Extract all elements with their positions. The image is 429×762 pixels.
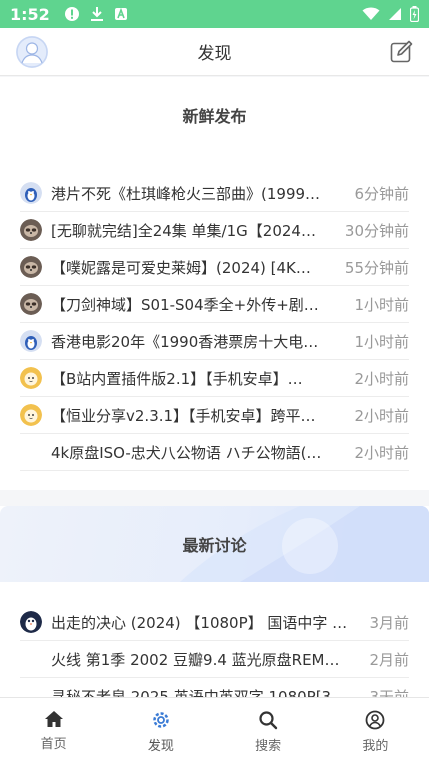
discover-gear-icon [153, 712, 169, 728]
tab-search[interactable]: 搜索 [215, 698, 322, 762]
empty-avatar-slot [20, 685, 42, 697]
bottom-tab-bar: 首页 发现 搜索 我的 [0, 697, 429, 762]
blue-penguin-avatar-icon [20, 182, 42, 204]
page-title: 发现 [197, 44, 232, 64]
item-time: 30分钟前 [344, 221, 409, 240]
item-time: 2小时前 [354, 443, 409, 462]
latest-discussions-list: 出走的决心 (2024) 【1080P】 国语中字 … 3月前 火线 第1季 2… [0, 582, 429, 697]
tab-label: 我的 [362, 739, 389, 754]
list-item[interactable]: [无聊就完结]全24集 单集/1G【2024… 30分钟前 [20, 212, 409, 249]
empty-avatar-slot [20, 648, 42, 670]
list-item[interactable]: 【噗妮露是可爱史莱姆】(2024) [4K… 55分钟前 [20, 249, 409, 286]
tab-label: 发现 [147, 739, 174, 754]
item-title: 【刀剑神域】S01-S04季全+外传+剧… [51, 295, 319, 314]
list-item[interactable]: 火线 第1季 2002 豆瓣9.4 蓝光原盘REM… 2月前 [20, 641, 409, 678]
blue-penguin-avatar-icon [20, 330, 42, 352]
section-title: 新鲜发布 [182, 107, 247, 126]
fresh-releases-section: 新鲜发布 港片不死《杜琪峰枪火三部曲》(1999… 6分钟前 [无聊就完结]全2… [0, 77, 429, 490]
item-time: 3月前 [369, 613, 409, 632]
tab-discover[interactable]: 发现 [107, 698, 214, 762]
default-avatar-icon [16, 36, 48, 68]
raccoon-avatar-icon [20, 256, 42, 278]
fresh-releases-list: 港片不死《杜琪峰枪火三部曲》(1999… 6分钟前 [无聊就完结]全24集 单集… [0, 153, 429, 471]
list-item[interactable]: 港片不死《杜琪峰枪火三部曲》(1999… 6分钟前 [20, 175, 409, 212]
download-icon [90, 7, 103, 21]
item-title: 【B站内置插件版2.1】【手机安卓】… [51, 369, 303, 388]
item-title: 出走的决心 (2024) 【1080P】 国语中字 … [51, 613, 348, 632]
tab-label: 搜索 [255, 739, 282, 754]
list-item[interactable]: 香港电影20年《1990香港票房十大电… 1小时前 [20, 323, 409, 360]
tab-profile[interactable]: 我的 [322, 698, 429, 762]
item-time: 3天前 [369, 687, 409, 698]
app-header: 发现 [0, 28, 429, 76]
feed-content[interactable]: 新鲜发布 港片不死《杜琪峰枪火三部曲》(1999… 6分钟前 [无聊就完结]全2… [0, 77, 429, 697]
item-time: 2月前 [369, 650, 409, 669]
item-time: 1小时前 [354, 295, 409, 314]
item-title: 【噗妮露是可爱史莱姆】(2024) [4K… [51, 258, 311, 277]
yellow-cat-avatar-icon [20, 404, 42, 426]
item-title: 4k原盘ISO-忠犬八公物语 ハチ公物語(… [51, 443, 322, 462]
status-time: 1:52 [10, 4, 50, 24]
latest-discussions-section: 最新讨论 出走的决心 (2024) 【1080P】 国语中字 … 3月前 火线 … [0, 506, 429, 697]
battery-icon [410, 6, 419, 22]
item-time: 55分钟前 [344, 258, 409, 277]
signal-icon [389, 8, 401, 20]
list-item[interactable]: 【B站内置插件版2.1】【手机安卓】… 2小时前 [20, 360, 409, 397]
status-bar: 1:52 [0, 0, 429, 28]
section-divider [0, 490, 429, 506]
raccoon-avatar-icon [20, 219, 42, 241]
yellow-cat-avatar-icon [20, 367, 42, 389]
font-a-icon [114, 7, 127, 20]
alert-icon [64, 7, 79, 21]
item-title: 【恒业分享v2.3.1】【手机安卓】跨平… [51, 406, 316, 425]
list-item[interactable]: 寻秘不老泉 2025 英语中英双字 1080P[3… 3天前 [20, 678, 409, 698]
empty-avatar-slot [20, 441, 42, 463]
raccoon-avatar-icon [20, 293, 42, 315]
item-time: 2小时前 [354, 406, 409, 425]
tab-label: 首页 [40, 737, 67, 752]
tab-home[interactable]: 首页 [0, 698, 107, 762]
item-title: [无聊就完结]全24集 单集/1G【2024… [51, 221, 316, 240]
item-time: 2小时前 [354, 369, 409, 388]
home-icon [44, 711, 63, 727]
wifi-icon [362, 7, 380, 20]
profile-icon [365, 710, 385, 730]
item-time: 1小时前 [354, 332, 409, 351]
user-avatar[interactable] [16, 36, 48, 68]
list-item[interactable]: 出走的决心 (2024) 【1080P】 国语中字 … 3月前 [20, 604, 409, 641]
section-title: 最新讨论 [182, 536, 247, 555]
list-item[interactable]: 【恒业分享v2.3.1】【手机安卓】跨平… 2小时前 [20, 397, 409, 434]
list-item[interactable]: 4k原盘ISO-忠犬八公物语 ハチ公物語(… 2小时前 [20, 434, 409, 471]
dark-penguin-avatar-icon [20, 611, 42, 633]
item-time: 6分钟前 [354, 184, 409, 203]
search-icon [259, 711, 278, 730]
section-banner: 最新讨论 [0, 506, 429, 582]
item-title: 香港电影20年《1990香港票房十大电… [51, 332, 319, 351]
edit-icon[interactable] [389, 40, 413, 64]
item-title: 火线 第1季 2002 豆瓣9.4 蓝光原盘REM… [51, 650, 340, 669]
list-item[interactable]: 【刀剑神域】S01-S04季全+外传+剧… 1小时前 [20, 286, 409, 323]
item-title: 寻秘不老泉 2025 英语中英双字 1080P[3… [51, 687, 347, 698]
item-title: 港片不死《杜琪峰枪火三部曲》(1999… [51, 184, 321, 203]
